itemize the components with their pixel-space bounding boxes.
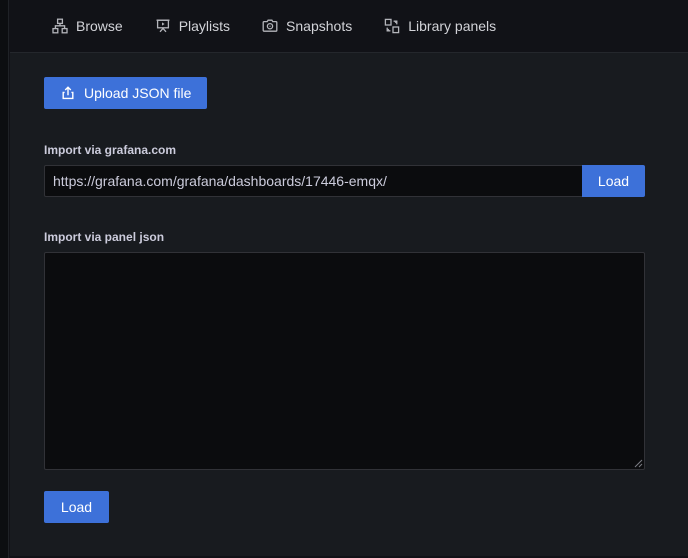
panel-json-textarea-wrap xyxy=(44,252,645,470)
upload-json-button-label: Upload JSON file xyxy=(84,85,192,101)
left-edge-strip xyxy=(0,0,9,558)
resize-handle-icon[interactable] xyxy=(631,456,643,468)
import-panel: Upload JSON file Import via grafana.com … xyxy=(10,52,688,556)
upload-json-button[interactable]: Upload JSON file xyxy=(44,77,208,109)
panel-json-field: Import via panel json xyxy=(44,230,688,470)
gcom-import-label: Import via grafana.com xyxy=(44,143,177,157)
tab-label: Playlists xyxy=(178,18,231,34)
app-root: Browse Playlists Snapshots Library panel… xyxy=(0,0,688,558)
gcom-load-button[interactable]: Load xyxy=(582,165,645,197)
gcom-import-field: Import via grafana.com Load xyxy=(44,143,688,197)
upload-icon xyxy=(60,85,76,101)
gcom-input-group: Load xyxy=(44,165,645,197)
panel-json-textarea[interactable] xyxy=(44,252,645,470)
tab-snapshots[interactable]: Snapshots xyxy=(262,18,352,34)
tab-library-panels[interactable]: Library panels xyxy=(384,18,496,34)
camera-icon xyxy=(262,18,278,34)
panel-load-button[interactable]: Load xyxy=(44,491,109,523)
panel-json-label: Import via panel json xyxy=(44,230,165,244)
tab-playlists[interactable]: Playlists xyxy=(155,18,230,34)
presentation-play-icon xyxy=(155,18,171,34)
library-panels-icon xyxy=(384,18,400,34)
gcom-url-input[interactable] xyxy=(44,165,582,197)
tab-label: Snapshots xyxy=(286,18,353,34)
tab-browse[interactable]: Browse xyxy=(52,18,123,34)
tab-label: Library panels xyxy=(408,18,497,34)
tab-label: Browse xyxy=(76,18,123,34)
sitemap-icon xyxy=(52,18,68,34)
dashboards-tab-bar: Browse Playlists Snapshots Library panel… xyxy=(10,0,688,52)
